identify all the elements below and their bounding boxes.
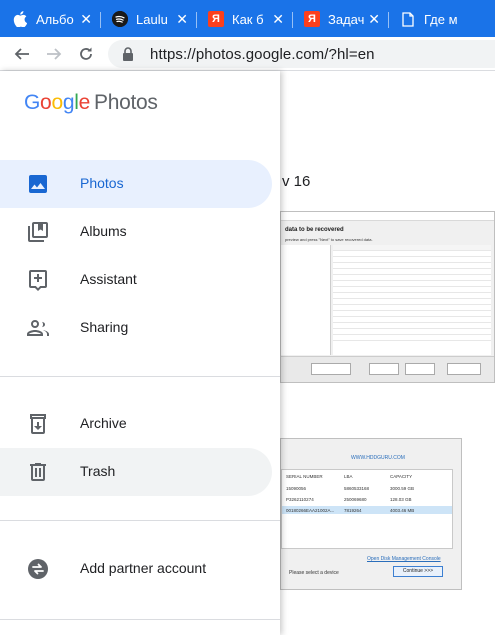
nav-item-add-partner[interactable]: Add partner account <box>0 545 272 593</box>
table-cell: 7819264 <box>344 508 362 513</box>
recovery-title: data to be recovered <box>285 227 344 233</box>
forward-button[interactable] <box>42 42 66 66</box>
table-cell: 15090056 <box>286 486 307 491</box>
partner-icon <box>28 559 48 579</box>
close-icon[interactable]: ✕ <box>80 11 92 27</box>
nav-item-assistant[interactable]: Assistant <box>0 256 272 304</box>
nav-label: Assistant <box>80 271 137 287</box>
table-cell: 250069680 <box>344 497 367 502</box>
nav-label: Photos <box>80 175 124 191</box>
close-icon[interactable]: ✕ <box>176 11 188 27</box>
browser-tab-kak[interactable]: Я Как б ✕ <box>196 6 292 32</box>
tab-label: Laulu <box>136 11 168 27</box>
site-label: WWW.HDDGURU.COM <box>351 455 405 461</box>
document-icon <box>400 11 416 27</box>
table-row <box>333 335 491 341</box>
recovery-screenshot: data to be recovered preview and press "… <box>280 211 495 383</box>
nav-label: Albums <box>80 223 127 239</box>
nav-item-sharing[interactable]: Sharing <box>0 304 272 352</box>
assistant-icon <box>29 270 47 291</box>
google-photos-logo[interactable]: Google Photos <box>24 91 158 115</box>
archive-icon <box>30 414 46 434</box>
tab-label: Где м <box>424 11 458 27</box>
reload-icon <box>80 47 92 60</box>
window-titlebar <box>281 212 494 221</box>
back-button[interactable] <box>10 42 34 66</box>
wizard-button-bar <box>281 356 494 382</box>
lock-icon <box>123 47 133 61</box>
browser-tab-laulu[interactable]: Laulu ✕ <box>100 6 196 32</box>
table-cell: 128.03 GB <box>390 497 412 502</box>
tab-label: Задач <box>328 11 365 27</box>
divider <box>0 520 280 521</box>
spotify-icon <box>112 11 128 27</box>
divider <box>0 619 280 620</box>
wizard-button <box>311 363 351 375</box>
table-cell: 5860533168 <box>344 486 370 491</box>
nav-label: Trash <box>80 463 116 479</box>
article-heading-fragment: v 16 <box>282 173 311 190</box>
column-header: LBA <box>344 474 353 479</box>
nav-label: Add partner account <box>80 560 207 576</box>
trash-icon <box>30 463 46 481</box>
browser-tab-albums[interactable]: Альбо ✕ <box>0 6 100 32</box>
browser-tab-gde[interactable]: Где м <box>388 6 495 32</box>
table-cell: 4003.46 MB <box>390 508 415 513</box>
apple-icon <box>12 11 28 27</box>
wizard-button <box>447 363 481 375</box>
address-bar[interactable]: https://photos.google.com/?hl=en <box>108 40 495 68</box>
navigation-drawer: Google Photos Photos Albums Assistant Sha… <box>0 71 280 635</box>
photo-icon <box>29 175 47 193</box>
wizard-button <box>405 363 435 375</box>
browser-tab-zadach[interactable]: Я Задач ✕ <box>292 6 388 32</box>
arrow-right-icon <box>47 48 62 60</box>
yandex-icon: Я <box>208 11 224 27</box>
nav-label: Sharing <box>80 319 129 335</box>
file-table <box>333 245 491 355</box>
tab-label: Как б <box>232 11 264 27</box>
wizard-button <box>369 363 399 375</box>
hddguru-screenshot: WWW.HDDGURU.COM SERIAL NUMBER LBA CAPACI… <box>280 438 462 590</box>
close-icon[interactable]: ✕ <box>272 11 284 27</box>
url-text: https://photos.google.com/?hl=en <box>150 45 375 63</box>
column-header: CAPACITY <box>390 474 413 479</box>
divider <box>0 376 280 377</box>
nav-item-trash[interactable]: Trash <box>0 448 272 496</box>
table-cell: P3262110274 <box>286 497 314 502</box>
logo-brand: Google <box>24 91 90 114</box>
close-icon[interactable]: ✕ <box>368 11 380 27</box>
sharing-icon <box>27 320 49 336</box>
folder-tree <box>281 245 331 355</box>
albums-icon <box>28 222 48 242</box>
table-cell: 00180266EAA21002A... <box>286 508 335 513</box>
browser-tab-strip: Альбо ✕ Laulu ✕ Я Как б ✕ Я Задач ✕ Где … <box>0 0 495 37</box>
device-list: SERIAL NUMBER LBA CAPACITY 15090056 5860… <box>281 469 453 549</box>
arrow-left-icon <box>14 48 29 60</box>
tab-label: Альбо <box>36 11 74 27</box>
recovery-subtitle: preview and press "Next" to save recover… <box>285 237 373 242</box>
logo-product: Photos <box>93 91 158 114</box>
nav-label: Archive <box>80 415 127 431</box>
nav-item-photos[interactable]: Photos <box>0 160 272 208</box>
column-header: SERIAL NUMBER <box>286 474 323 479</box>
browser-toolbar: https://photos.google.com/?hl=en <box>0 37 495 71</box>
nav-item-albums[interactable]: Albums <box>0 208 272 256</box>
reload-button[interactable] <box>74 42 98 66</box>
select-prompt: Please select a device <box>289 570 339 576</box>
disk-management-link: Open Disk Management Console <box>367 556 441 562</box>
continue-button: Continue >>> <box>393 566 443 577</box>
yandex-icon: Я <box>304 11 320 27</box>
nav-item-archive[interactable]: Archive <box>0 400 272 448</box>
table-cell: 3000.59 GB <box>390 486 415 491</box>
